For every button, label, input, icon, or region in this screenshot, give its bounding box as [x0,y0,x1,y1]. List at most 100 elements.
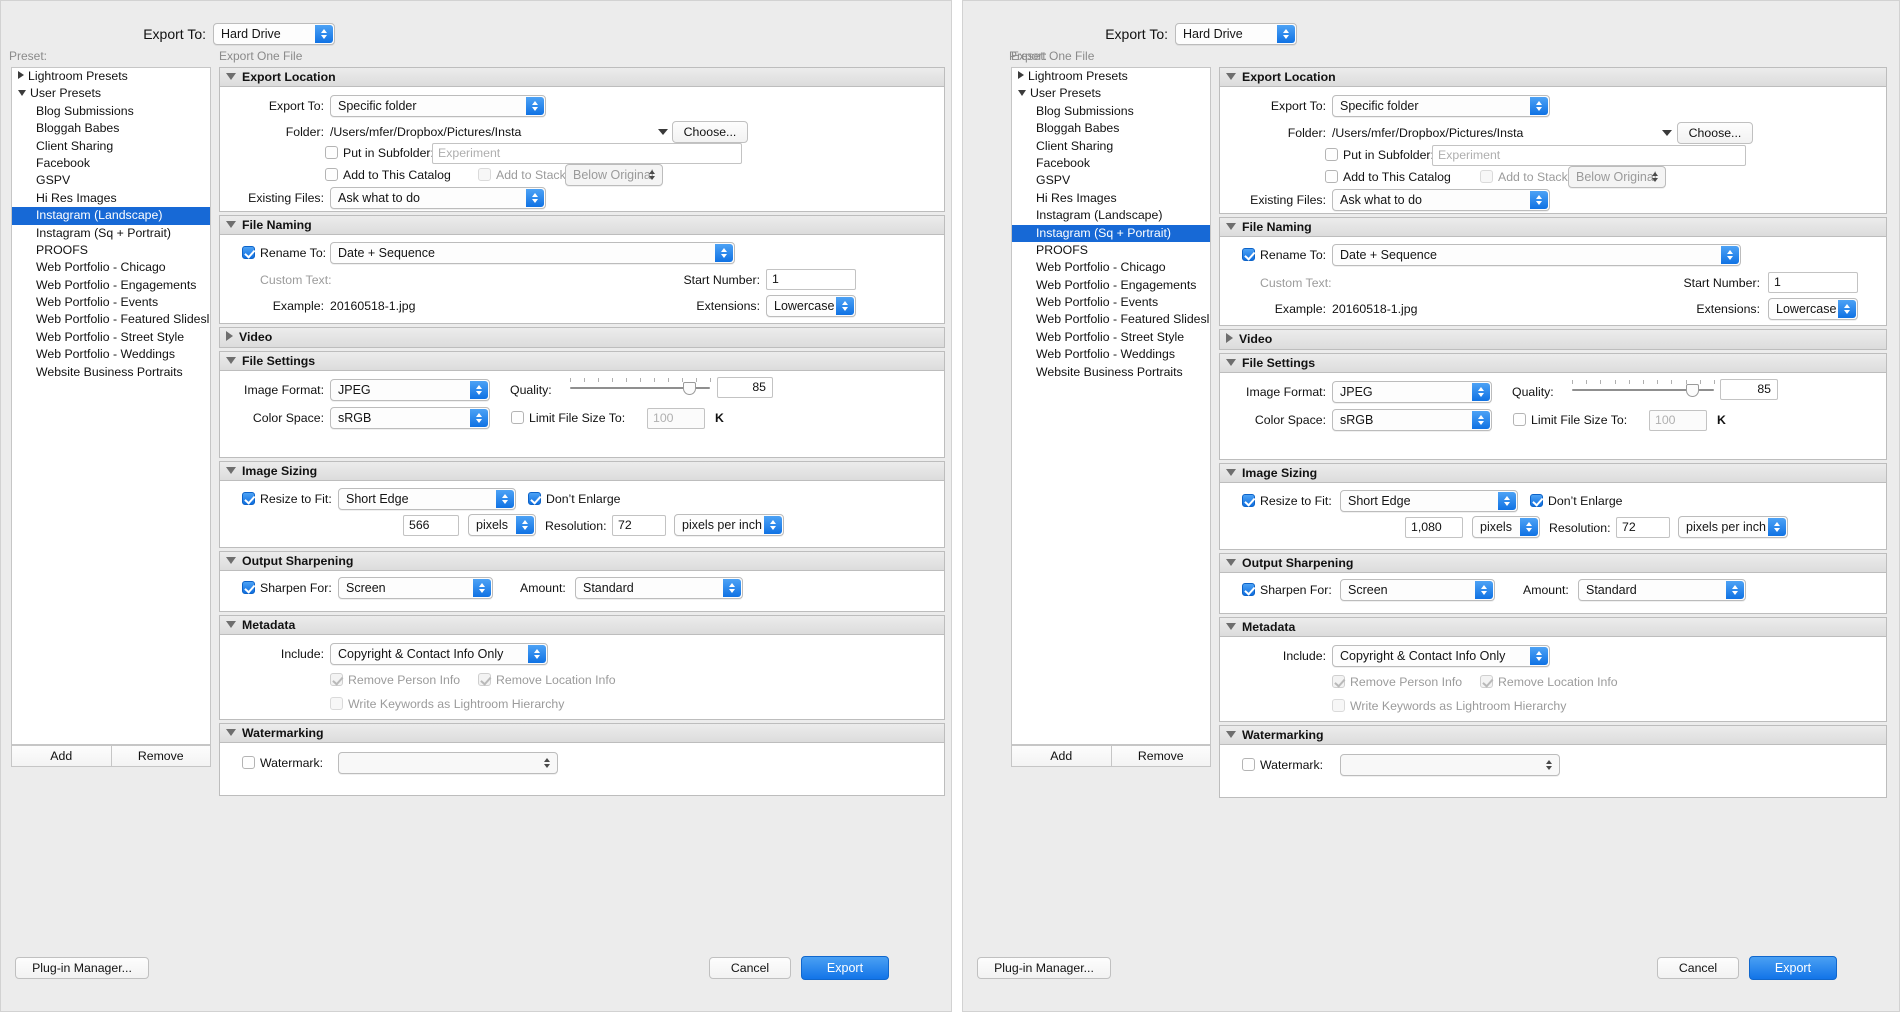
add-preset-button[interactable]: Add [1011,745,1111,767]
extensions-popup[interactable]: Lowercase [1768,298,1858,320]
cancel-button[interactable]: Cancel [709,957,791,979]
disclosure-triangle-open-icon[interactable] [226,728,236,736]
panel-header-watermarking[interactable]: Watermarking [1220,726,1886,745]
existing-files-popup[interactable]: Ask what to do [1332,189,1550,211]
panel-header-metadata[interactable]: Metadata [1220,618,1886,637]
preset-list-item[interactable]: Web Portfolio - Engagements [1012,277,1210,294]
quality-slider[interactable] [1572,379,1715,397]
limit-file-size-checkbox[interactable] [1513,413,1526,426]
preset-list-item[interactable]: Website Business Portraits [1012,364,1210,381]
preset-list-item[interactable]: Blog Submissions [12,103,210,120]
preset-list-item[interactable]: Client Sharing [1012,138,1210,155]
panel-header-file-naming[interactable]: File Naming [220,216,944,235]
resolution-input[interactable]: 72 [612,515,666,536]
preset-list-item[interactable]: GSPV [1012,172,1210,189]
metadata-include-popup[interactable]: Copyright & Contact Info Only [330,643,548,665]
disclosure-triangle-open-icon[interactable] [1226,358,1236,366]
preset-list-item[interactable]: Web Portfolio - Street Style [12,329,210,346]
preset-list-item[interactable]: Instagram (Sq + Portrait) [12,225,210,242]
rename-to-popup[interactable]: Date + Sequence [1332,244,1741,266]
add-to-catalog-checkbox[interactable] [1325,170,1338,183]
disclosure-triangle-open-icon[interactable] [18,90,26,97]
rename-to-popup[interactable]: Date + Sequence [330,242,735,264]
amount-popup[interactable]: Standard [1578,579,1746,601]
resolution-unit-popup[interactable]: pixels per inch [674,514,784,536]
export-button[interactable]: Export [801,956,889,980]
preset-list-item[interactable]: Bloggah Babes [1012,120,1210,137]
plugin-manager-button[interactable]: Plug-in Manager... [15,957,149,979]
preset-list-item[interactable]: Web Portfolio - Featured Slidesl [12,311,210,328]
preset-list-item[interactable]: Instagram (Landscape) [1012,207,1210,224]
watermark-popup[interactable] [338,752,558,774]
panel-header-file-settings[interactable]: File Settings [1220,354,1886,373]
disclosure-triangle-closed-icon[interactable] [1226,333,1233,343]
disclosure-triangle-open-icon[interactable] [1226,222,1236,230]
preset-list-item[interactable]: Web Portfolio - Events [1012,294,1210,311]
preset-list-left[interactable]: Lightroom Presets User Presets Blog Submis… [11,67,211,745]
put-in-subfolder-checkbox[interactable] [325,146,338,159]
resize-to-fit-checkbox[interactable] [242,492,255,505]
disclosure-triangle-open-icon[interactable] [1226,558,1236,566]
quality-slider[interactable] [570,377,711,395]
panel-header-image-sizing[interactable]: Image Sizing [1220,464,1886,483]
image-size-input[interactable]: 1,080 [1405,517,1463,538]
preset-list-item[interactable]: Lightroom Presets [1012,68,1210,85]
rename-to-checkbox[interactable] [1242,248,1255,261]
size-unit-popup[interactable]: pixels [468,514,536,536]
export-to-popup[interactable]: Specific folder [1332,95,1550,117]
disclosure-triangle-open-icon[interactable] [1226,468,1236,476]
add-preset-button[interactable]: Add [11,745,111,767]
rename-to-checkbox[interactable] [242,246,255,259]
disclosure-triangle-open-icon[interactable] [1226,622,1236,630]
export-button[interactable]: Export [1749,956,1837,980]
start-number-input[interactable]: 1 [766,269,856,290]
panel-header-output-sharpening[interactable]: Output Sharpening [1220,554,1886,573]
size-unit-popup[interactable]: pixels [1472,516,1540,538]
color-space-popup[interactable]: sRGB [1332,409,1492,431]
remove-preset-button[interactable]: Remove [110,745,211,767]
sharpen-for-popup[interactable]: Screen [338,577,493,599]
quality-value-input[interactable]: 85 [717,377,773,398]
limit-file-size-checkbox[interactable] [511,411,524,424]
image-format-popup[interactable]: JPEG [330,379,490,401]
panel-header-image-sizing[interactable]: Image Sizing [220,462,944,481]
image-size-input[interactable]: 566 [403,515,459,536]
panel-header-watermarking[interactable]: Watermarking [220,724,944,743]
disclosure-triangle-open-icon[interactable] [226,620,236,628]
disclosure-triangle-closed-icon[interactable] [226,331,233,341]
preset-list-item[interactable]: Web Portfolio - Chicago [1012,259,1210,276]
preset-list-item[interactable]: Hi Res Images [1012,190,1210,207]
preset-list-item[interactable]: Web Portfolio - Featured Slidesl [1012,311,1210,328]
panel-header-export-location[interactable]: Export Location [220,68,944,87]
preset-list-item[interactable]: Instagram (Landscape) [12,207,210,225]
watermark-checkbox[interactable] [242,756,255,769]
preset-list-item[interactable]: GSPV [12,172,210,189]
preset-list-item[interactable]: Facebook [1012,155,1210,172]
plugin-manager-button[interactable]: Plug-in Manager... [977,957,1111,979]
dont-enlarge-checkbox[interactable] [1530,494,1543,507]
panel-header-video[interactable]: Video [1220,330,1886,349]
preset-list-item[interactable]: Facebook [12,155,210,172]
limit-file-size-input[interactable]: 100 [647,408,705,429]
limit-file-size-input[interactable]: 100 [1649,410,1707,431]
preset-list-item[interactable]: User Presets [1012,85,1210,102]
preset-list-item[interactable]: User Presets [12,85,210,102]
sharpen-for-checkbox[interactable] [1242,583,1255,596]
choose-folder-button[interactable]: Choose... [672,121,748,143]
preset-list-item[interactable]: Hi Res Images [12,190,210,207]
resize-to-fit-popup[interactable]: Short Edge [1340,490,1518,512]
panel-header-export-location[interactable]: Export Location [1220,68,1886,87]
metadata-include-popup[interactable]: Copyright & Contact Info Only [1332,645,1550,667]
quality-value-input[interactable]: 85 [1720,379,1778,400]
preset-list-item[interactable]: Bloggah Babes [12,120,210,137]
folder-dropdown-icon[interactable] [1662,130,1672,136]
disclosure-triangle-open-icon[interactable] [1226,730,1236,738]
panel-header-output-sharpening[interactable]: Output Sharpening [220,552,944,571]
preset-list-right[interactable]: Lightroom Presets User Presets Blog Submis… [1011,67,1211,745]
image-format-popup[interactable]: JPEG [1332,381,1492,403]
folder-dropdown-icon[interactable] [658,129,668,135]
resize-to-fit-checkbox[interactable] [1242,494,1255,507]
preset-list-item[interactable]: Web Portfolio - Street Style [1012,329,1210,346]
disclosure-triangle-open-icon[interactable] [226,556,236,564]
disclosure-triangle-closed-icon[interactable] [18,71,24,79]
